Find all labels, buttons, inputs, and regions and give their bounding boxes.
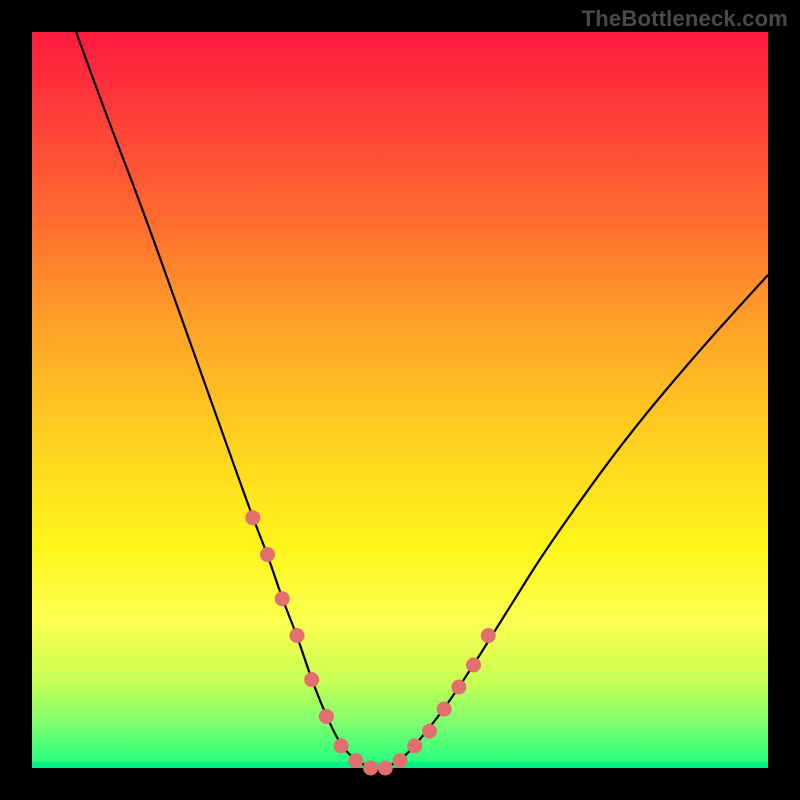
marker-point bbox=[363, 761, 378, 776]
chart-frame: TheBottleneck.com bbox=[0, 0, 800, 800]
marker-point bbox=[422, 724, 437, 739]
marker-point bbox=[481, 628, 496, 643]
marker-point bbox=[319, 709, 334, 724]
marker-group bbox=[245, 510, 496, 775]
marker-point bbox=[437, 702, 452, 717]
marker-point bbox=[348, 753, 363, 768]
marker-point bbox=[245, 510, 260, 525]
marker-point bbox=[304, 672, 319, 687]
curve-layer bbox=[32, 32, 768, 768]
marker-point bbox=[275, 591, 290, 606]
plot-area bbox=[32, 32, 768, 768]
marker-point bbox=[260, 547, 275, 562]
marker-point bbox=[378, 761, 393, 776]
marker-point bbox=[393, 753, 408, 768]
marker-point bbox=[407, 738, 422, 753]
marker-point bbox=[289, 628, 304, 643]
bottleneck-curve bbox=[76, 32, 768, 768]
marker-point bbox=[334, 738, 349, 753]
marker-point bbox=[466, 657, 481, 672]
watermark-text: TheBottleneck.com bbox=[582, 6, 788, 32]
marker-point bbox=[451, 680, 466, 695]
